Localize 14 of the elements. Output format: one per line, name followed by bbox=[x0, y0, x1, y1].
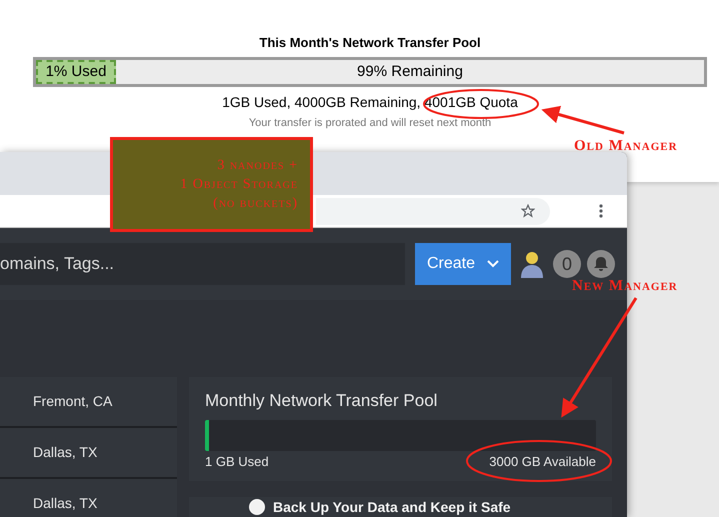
used-fill: 1% Used bbox=[36, 60, 116, 84]
annotation-label: Old Manager bbox=[574, 137, 678, 156]
available-amount: 3000 GB Available bbox=[489, 454, 596, 470]
used-amount: 1 GB Used bbox=[205, 454, 269, 470]
table-cell: Dallas, TX bbox=[0, 428, 177, 479]
card-title: Monthly Network Transfer Pool bbox=[205, 390, 438, 412]
card-title: Back Up Your Data and Keep it Safe bbox=[273, 499, 511, 515]
pool-title: This Month's Network Transfer Pool bbox=[259, 34, 481, 52]
table-cell: Dallas, TX bbox=[0, 479, 177, 517]
transfer-note: Your transfer is prorated and will reset next month bbox=[248, 116, 492, 130]
table-cell: Fremont, CA bbox=[0, 377, 177, 428]
annotation-box: 3 nanodes + 1 Object Storage (no buckets) bbox=[110, 137, 313, 232]
remaining-label: 99% Remaining bbox=[356, 62, 464, 82]
transfer-summary: 1GB Used, 4000GB Remaining, 4001GB Quota bbox=[222, 93, 518, 111]
